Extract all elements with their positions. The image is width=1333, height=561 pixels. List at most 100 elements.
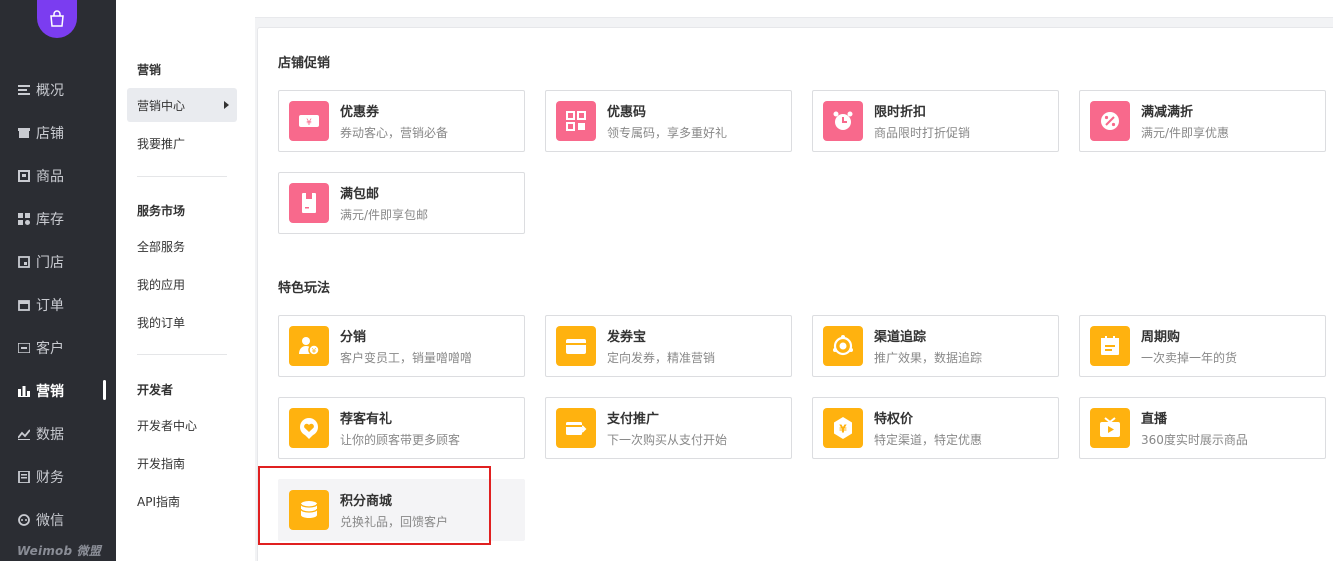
subnav-divider xyxy=(137,354,227,355)
card-referral-reward[interactable]: 荐客有礼 让你的顾客带更多顾客 xyxy=(278,397,525,459)
card-desc: 让你的顾客带更多顾客 xyxy=(340,433,461,447)
subnav-item-my-orders[interactable]: 我的订单 xyxy=(127,305,237,339)
marketing-center-panel: 店铺促销 ¥ 优惠券 券动客心，营销必备 优惠码 领专属码，享多重好礼 限时折扣… xyxy=(257,27,1333,561)
subnav-group-title-developer: 开发者 xyxy=(137,383,174,397)
inventory-icon xyxy=(17,212,31,226)
nav-item-wechat[interactable]: 微信 xyxy=(17,510,64,530)
heart-badge-icon xyxy=(289,408,329,448)
card-title: 优惠券 xyxy=(340,105,380,120)
list-icon xyxy=(17,83,31,97)
card-desc: 360度实时展示商品 xyxy=(1141,433,1248,447)
yuan-hexagon-icon: ¥ xyxy=(823,408,863,448)
card-title: 分销 xyxy=(340,330,367,345)
card-distribution[interactable]: ¥ 分销 客户变员工，销量噌噌噌 xyxy=(278,315,525,377)
subnav-group-title-service-market: 服务市场 xyxy=(137,204,186,218)
nav-label: 客户 xyxy=(36,341,64,357)
subnav-item-label: 我的订单 xyxy=(137,315,186,330)
nav-label: 店铺 xyxy=(36,126,64,142)
subnav-item-developer-center[interactable]: 开发者中心 xyxy=(127,408,237,442)
subnav-item-label: 开发者中心 xyxy=(137,418,198,433)
card-points-mall[interactable]: 积分商城 兑换礼品，回馈客户 xyxy=(278,479,525,541)
shipping-icon xyxy=(289,183,329,223)
customer-icon xyxy=(17,341,31,355)
card-title: 直播 xyxy=(1141,412,1168,427)
finance-icon xyxy=(17,470,31,484)
nav-item-finance[interactable]: 财务 xyxy=(17,467,64,487)
svg-text:¥: ¥ xyxy=(839,423,847,436)
nav-item-data[interactable]: 数据 xyxy=(17,424,64,444)
nav-item-inventory[interactable]: 库存 xyxy=(17,209,64,229)
nav-label: 概况 xyxy=(36,83,64,99)
subnav-item-label: 开发指南 xyxy=(137,456,186,471)
percent-icon xyxy=(1090,101,1130,141)
card-desc: 特定渠道，特定优惠 xyxy=(874,433,983,447)
subnav-group-title-marketing: 营销 xyxy=(137,63,162,77)
line-chart-icon xyxy=(17,427,31,441)
subnav-item-my-apps[interactable]: 我的应用 xyxy=(127,267,237,301)
qr-code-icon xyxy=(556,101,596,141)
top-bar xyxy=(255,0,1333,18)
live-tv-icon xyxy=(1090,408,1130,448)
weimob-brand-logo: Weimob 微盟 xyxy=(17,544,102,558)
wechat-icon xyxy=(17,513,31,527)
card-title: 满减满折 xyxy=(1141,105,1194,120)
card-free-shipping[interactable]: 满包邮 满元/件即享包邮 xyxy=(278,172,525,234)
caret-right-icon xyxy=(224,101,229,109)
subnav-item-promote[interactable]: 我要推广 xyxy=(127,126,237,160)
card-desc: 定向发券，精准营销 xyxy=(607,351,716,365)
calendar-icon xyxy=(1090,326,1130,366)
secondary-nav: 营销 营销中心 我要推广 服务市场 全部服务 我的应用 我的订单 开发者 开发者… xyxy=(116,0,255,561)
card-desc: 兑换礼品，回馈客户 xyxy=(340,515,449,529)
active-indicator xyxy=(103,380,106,400)
card-desc: 推广效果，数据追踪 xyxy=(874,351,983,365)
card-channel-tracking[interactable]: 渠道追踪 推广效果，数据追踪 xyxy=(812,315,1059,377)
nav-label: 商品 xyxy=(36,169,64,185)
card-limited-discount[interactable]: 限时折扣 商品限时打折促销 xyxy=(812,90,1059,152)
shopping-bag-logo-icon[interactable] xyxy=(37,0,77,38)
nav-label: 营销 xyxy=(36,384,64,400)
subnav-item-marketing-center[interactable]: 营销中心 xyxy=(127,88,237,122)
section-title-featured-play: 特色玩法 xyxy=(278,281,331,296)
subnav-item-api-guide[interactable]: API指南 xyxy=(127,484,237,518)
nav-item-products[interactable]: 商品 xyxy=(17,166,64,186)
nav-item-orders[interactable]: 订单 xyxy=(17,295,64,315)
nav-item-marketing[interactable]: 营销 xyxy=(17,381,64,401)
card-desc: 券动客心，营销必备 xyxy=(340,126,449,140)
subnav-divider xyxy=(137,176,227,177)
channel-track-icon xyxy=(823,326,863,366)
card-title: 渠道追踪 xyxy=(874,330,927,345)
card-desc: 商品限时打折促销 xyxy=(874,126,971,140)
product-icon xyxy=(17,169,31,183)
card-desc: 下一次购买从支付开始 xyxy=(607,433,728,447)
subnav-item-label: 我要推广 xyxy=(137,136,186,151)
nav-item-customers[interactable]: 客户 xyxy=(17,338,64,358)
nav-item-overview[interactable]: 概况 xyxy=(17,80,64,100)
card-full-reduction[interactable]: 满减满折 满元/件即享优惠 xyxy=(1079,90,1326,152)
card-desc: 领专属码，享多重好礼 xyxy=(607,126,728,140)
card-title: 发券宝 xyxy=(607,330,647,345)
coupon-icon: ¥ xyxy=(289,101,329,141)
card-coupon-treasure[interactable]: 发券宝 定向发券，精准营销 xyxy=(545,315,792,377)
nav-label: 门店 xyxy=(36,255,64,271)
card-periodic-purchase[interactable]: 周期购 一次卖掉一年的货 xyxy=(1079,315,1326,377)
payment-icon xyxy=(556,408,596,448)
card-promo-code[interactable]: 优惠码 领专属码，享多重好礼 xyxy=(545,90,792,152)
card-live-stream[interactable]: 直播 360度实时展示商品 xyxy=(1079,397,1326,459)
card-desc: 客户变员工，销量噌噌噌 xyxy=(340,351,473,365)
card-privilege-price[interactable]: ¥ 特权价 特定渠道，特定优惠 xyxy=(812,397,1059,459)
card-desc: 一次卖掉一年的货 xyxy=(1141,351,1238,365)
card-title: 荐客有礼 xyxy=(340,412,393,427)
card-payment-promotion[interactable]: 支付推广 下一次购买从支付开始 xyxy=(545,397,792,459)
bar-chart-icon xyxy=(17,384,31,398)
card-desc: 满元/件即享优惠 xyxy=(1141,126,1230,140)
nav-item-shop[interactable]: 门店 xyxy=(17,252,64,272)
nav-label: 订单 xyxy=(36,298,64,314)
card-title: 优惠码 xyxy=(607,105,647,120)
nav-item-store[interactable]: 店铺 xyxy=(17,123,64,143)
subnav-item-all-services[interactable]: 全部服务 xyxy=(127,229,237,263)
subnav-item-dev-guide[interactable]: 开发指南 xyxy=(127,446,237,480)
distribution-icon: ¥ xyxy=(289,326,329,366)
coins-icon xyxy=(289,490,329,530)
card-coupon[interactable]: ¥ 优惠券 券动客心，营销必备 xyxy=(278,90,525,152)
subnav-item-label: 全部服务 xyxy=(137,239,186,254)
